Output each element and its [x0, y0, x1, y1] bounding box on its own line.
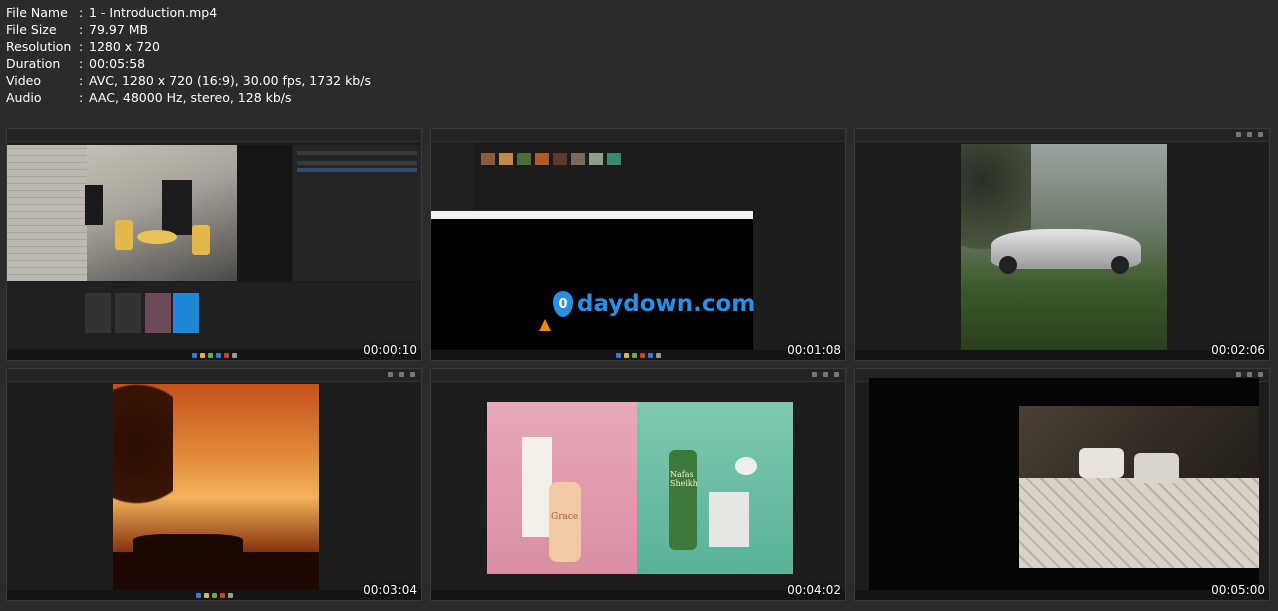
timestamp: 00:02:06 [1211, 343, 1265, 357]
info-colon: : [79, 90, 84, 105]
outliner-panel [293, 145, 421, 281]
product-image-right: Nafas Sheikh [637, 402, 793, 574]
info-key: Video [6, 73, 42, 88]
taskbar [855, 350, 1269, 360]
file-info-panel: File Name : 1 - Introduction.mp4 File Si… [6, 4, 371, 106]
info-value: 79.97 MB [89, 22, 149, 37]
info-row-video: Video : AVC, 1280 x 720 (16:9), 30.00 fp… [6, 72, 371, 89]
info-key: File Name [6, 5, 68, 20]
info-key: Audio [6, 90, 42, 105]
taskbar [7, 350, 421, 360]
label-grace: Grace [551, 512, 579, 522]
pillow-2 [1134, 453, 1179, 483]
taskbar [855, 590, 1269, 600]
door-opening [162, 180, 192, 235]
watermark-text: daydown.com [577, 291, 756, 317]
taskbar [431, 590, 845, 600]
browser-bar [431, 211, 753, 219]
vlc-cone-icon [539, 319, 551, 331]
brick-wall [7, 145, 87, 281]
black-video-area [431, 219, 753, 352]
product-image-left: Grace [487, 402, 637, 574]
info-row-file-size: File Size : 79.97 MB [6, 21, 371, 38]
timestamp: 00:03:04 [363, 583, 417, 597]
chair-right [192, 225, 210, 255]
watermark-logo-icon: 0 [553, 291, 573, 317]
info-colon: : [79, 22, 84, 37]
pillow-1 [1079, 448, 1124, 478]
viewport-room-image [7, 145, 292, 281]
timestamp: 00:05:00 [1211, 583, 1265, 597]
info-value: AAC, 48000 Hz, stereo, 128 kb/s [89, 90, 292, 105]
content-browser-panel [7, 283, 421, 349]
taskbar [431, 350, 845, 360]
info-value: 1 - Introduction.mp4 [89, 5, 218, 20]
timestamp: 00:00:10 [363, 343, 417, 357]
thumbnail-5[interactable]: Grace Nafas Sheikh 00:04:02 [430, 368, 846, 601]
window-titlebar [7, 369, 421, 382]
timestamp: 00:01:08 [787, 343, 841, 357]
label-nafas-sheikh: Nafas Sheikh [670, 470, 698, 488]
info-key: File Size [6, 22, 57, 37]
info-row-audio: Audio : AAC, 48000 Hz, stereo, 128 kb/s [6, 89, 371, 106]
info-row-duration: Duration : 00:05:58 [6, 55, 371, 72]
thumbnail-1[interactable]: 00:00:10 [6, 128, 422, 361]
info-key: Resolution [6, 39, 72, 54]
info-row-resolution: Resolution : 1280 x 720 [6, 38, 371, 55]
viewport-dark-area [237, 145, 292, 281]
info-value: AVC, 1280 x 720 (16:9), 30.00 fps, 1732 … [89, 73, 371, 88]
info-colon: : [79, 39, 84, 54]
chair-left [115, 220, 133, 250]
bedroom-image [869, 378, 1259, 595]
sports-car-image [961, 144, 1167, 350]
info-colon: : [79, 73, 84, 88]
info-row-file-name: File Name : 1 - Introduction.mp4 [6, 4, 371, 21]
bed-blanket [1019, 478, 1259, 568]
window-titlebar [7, 129, 421, 142]
window-opening [85, 185, 103, 225]
window-titlebar [431, 369, 845, 382]
info-key: Duration [6, 56, 61, 71]
green-bottle: Nafas Sheikh [669, 450, 698, 550]
info-value: 00:05:58 [89, 56, 146, 71]
watermark: 0 daydown.com [553, 291, 755, 317]
serum-bottle: Grace [549, 482, 581, 562]
info-value: 1280 x 720 [89, 39, 161, 54]
table [137, 230, 177, 244]
info-colon: : [79, 56, 84, 71]
sunset-car-image [113, 384, 319, 590]
thumbnail-4[interactable]: 00:03:04 [6, 368, 422, 601]
window-titlebar [431, 129, 845, 142]
window-titlebar [855, 129, 1269, 142]
info-colon: : [79, 5, 84, 20]
timestamp: 00:04:02 [787, 583, 841, 597]
thumbnail-2[interactable]: 0 daydown.com 00:01:08 [430, 128, 846, 361]
taskbar [7, 590, 421, 600]
thumbnail-6[interactable]: 00:05:00 [854, 368, 1270, 601]
thumbnail-3[interactable]: 00:02:06 [854, 128, 1270, 361]
file-explorer-window [431, 143, 845, 213]
car-silhouette [133, 534, 243, 554]
